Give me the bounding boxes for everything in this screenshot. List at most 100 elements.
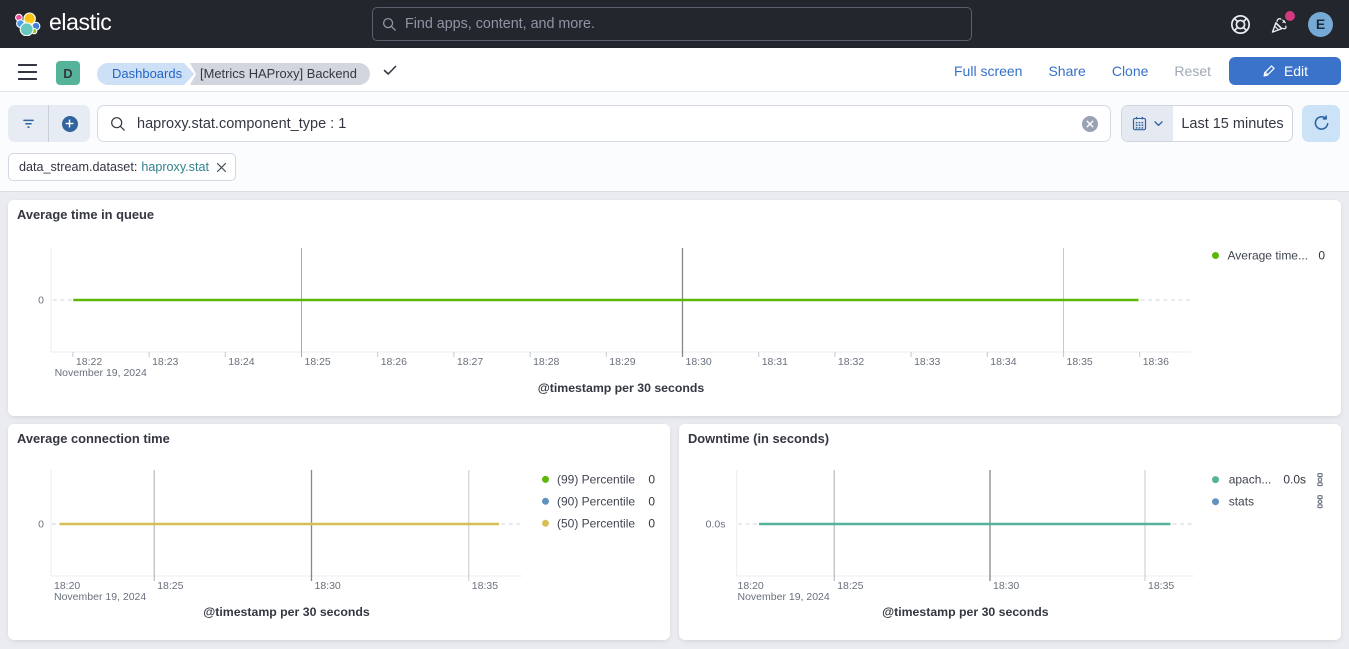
y-tick-label: 0 <box>38 295 44 307</box>
menu-button[interactable] <box>18 64 37 80</box>
x-tick-label: 18:31 <box>762 356 788 368</box>
legend-value: 0.0s <box>1283 473 1306 487</box>
remove-filter-button[interactable] <box>216 162 227 173</box>
legend-menu-box <box>1318 496 1322 499</box>
x-tick-label: 18:30 <box>315 580 341 592</box>
query-text: haproxy.stat.component_type : 1 <box>137 116 1082 132</box>
clone-button[interactable]: Clone <box>1112 63 1149 79</box>
plus-circle-icon <box>62 116 78 132</box>
filter-pill-key: data_stream.dataset: <box>19 160 137 174</box>
time-range-value[interactable]: Last 15 minutes <box>1173 106 1292 141</box>
legend-dot <box>1212 252 1219 259</box>
kql-query-input[interactable]: haproxy.stat.component_type : 1 <box>97 105 1111 142</box>
logo-wordmark: elastic <box>49 9 111 36</box>
breadcrumb-label: Dashboards <box>112 66 182 81</box>
date-picker-menu-button[interactable] <box>1122 106 1173 141</box>
search-icon <box>382 17 397 32</box>
help-button[interactable] <box>1228 12 1252 36</box>
legend-item[interactable]: (50) Percentile 0 <box>542 516 655 530</box>
x-tick-label: 18:29 <box>609 356 635 368</box>
legend-value: 0 <box>648 516 655 530</box>
breadcrumb-dashboards[interactable]: Dashboards <box>97 63 194 85</box>
pencil-icon <box>1262 64 1276 78</box>
full-screen-button[interactable]: Full screen <box>954 63 1022 79</box>
notification-dot <box>1285 11 1295 21</box>
chart-downtime: 18:2018:2518:3018:35November 19, 20240.0… <box>679 424 1341 640</box>
legend-menu-box <box>1318 505 1322 508</box>
close-icon <box>216 162 227 173</box>
legend-item[interactable]: (99) Percentile0 <box>542 472 655 486</box>
chart-average-connection-time: 18:2018:2518:3018:35November 19, 20240@t… <box>8 424 670 640</box>
x-tick-label: 18:25 <box>157 580 183 592</box>
refresh-button[interactable] <box>1302 105 1340 142</box>
x-tick-label: 18:26 <box>381 356 407 368</box>
news-feed-button[interactable] <box>1268 12 1292 36</box>
x-axis-title: @timestamp per 30 seconds <box>882 605 1049 619</box>
x-tick-label: 18:35 <box>1067 356 1093 368</box>
elastic-logo-icon <box>15 12 41 36</box>
user-avatar[interactable]: E <box>1308 12 1333 37</box>
filter-pill-datastream[interactable]: data_stream.dataset: haproxy.stat <box>8 153 236 181</box>
x-tick-label: 18:27 <box>457 356 483 368</box>
x-tick-label: 18:30 <box>993 580 1019 592</box>
legend-label: apach... <box>1229 473 1272 487</box>
legend-item[interactable]: stats <box>1212 495 1322 509</box>
x-tick-label: 18:35 <box>1148 580 1174 592</box>
dashboard-actions: Full screen Share Clone Reset Edit <box>954 49 1341 93</box>
legend-dot <box>542 476 549 483</box>
legend-label: stats <box>1229 495 1254 509</box>
plus-icon <box>65 119 74 128</box>
breadcrumb-check-button[interactable] <box>382 62 398 83</box>
legend-menu-icon[interactable] <box>1318 474 1322 486</box>
space-badge[interactable]: D <box>56 61 80 85</box>
edit-button-label: Edit <box>1284 63 1308 79</box>
legend-dot <box>542 520 549 527</box>
x-tick-label: 18:28 <box>533 356 559 368</box>
x-axis-date-label: November 19, 2024 <box>738 591 830 603</box>
legend-label: (90) Percentile <box>557 494 635 508</box>
check-icon <box>382 62 398 78</box>
legend-menu-icon[interactable] <box>1318 496 1322 508</box>
clear-query-button[interactable] <box>1082 116 1098 132</box>
menu-bar <box>18 71 37 73</box>
dashboard-top-nav: D Dashboards [Metrics HAProxy] Backend F… <box>0 48 1349 92</box>
menu-bar <box>18 78 37 80</box>
calendar-icon <box>1132 116 1147 131</box>
x-tick-label: 18:32 <box>838 356 864 368</box>
legend-item[interactable]: apach... 0.0s <box>1212 473 1322 487</box>
x-axis-title: @timestamp per 30 seconds <box>203 605 370 619</box>
legend-label: (50) Percentile <box>557 516 635 530</box>
elastic-logo[interactable]: elastic <box>15 12 111 36</box>
breadcrumb-label: [Metrics HAProxy] Backend <box>200 66 357 81</box>
legend-item[interactable]: Average time...0 <box>1212 249 1325 263</box>
avatar-initial: E <box>1316 16 1325 32</box>
global-search-placeholder: Find apps, content, and more. <box>405 16 595 32</box>
legend-label: (99) Percentile <box>557 472 635 486</box>
legend-dot <box>542 498 549 505</box>
legend-item[interactable]: (90) Percentile 0 <box>542 494 655 508</box>
filter-menu-button[interactable] <box>8 105 49 142</box>
filter-icon <box>22 119 35 129</box>
legend-dot <box>1212 498 1219 505</box>
global-header: elastic Find apps, content, and more. <box>0 0 1349 48</box>
edit-button[interactable]: Edit <box>1229 57 1341 85</box>
x-tick-label: 18:24 <box>228 356 254 368</box>
legend-value: 0 <box>648 494 655 508</box>
add-filter-button[interactable] <box>49 105 90 142</box>
reset-button[interactable]: Reset <box>1174 63 1211 79</box>
legend-menu-dot <box>1318 478 1322 482</box>
x-tick-label: 18:30 <box>686 356 712 368</box>
breadcrumb-current: [Metrics HAProxy] Backend <box>190 63 370 85</box>
time-range-label: Last 15 minutes <box>1181 116 1283 132</box>
x-tick-label: 18:23 <box>152 356 178 368</box>
share-button[interactable]: Share <box>1048 63 1085 79</box>
legend-menu-box <box>1318 474 1322 477</box>
filter-pill-value: haproxy.stat <box>141 160 209 174</box>
chart-average-time-in-queue: 18:2218:2318:2418:2518:2618:2718:2818:29… <box>8 200 1341 416</box>
x-tick-label: 18:25 <box>305 356 331 368</box>
global-search-input[interactable]: Find apps, content, and more. <box>372 7 972 41</box>
date-picker: Last 15 minutes <box>1121 105 1293 142</box>
legend-value: 0 <box>1318 249 1325 263</box>
panel-average-time-in-queue: Average time in queue 18:2218:2318:2418:… <box>8 200 1341 416</box>
x-tick-label: 18:33 <box>914 356 940 368</box>
